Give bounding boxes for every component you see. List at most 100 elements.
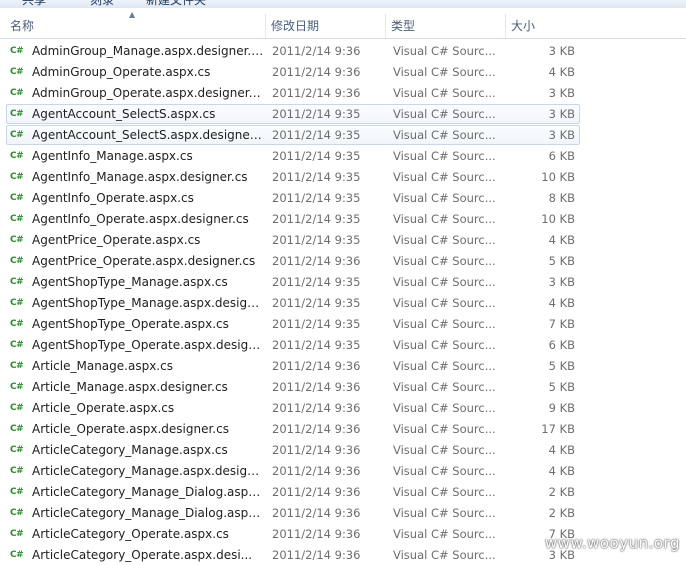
csharp-file-icon: C# [10,298,24,308]
file-size: 5 KB [548,359,575,373]
file-type: Visual C# Sourc... [393,65,496,79]
file-type: Visual C# Sourc... [393,296,496,310]
file-date: 2011/2/14 9:36 [272,359,361,373]
csharp-file-icon: C# [10,88,24,98]
file-row[interactable]: C# AdminGroup_Operate.aspx.designer.cs 201… [6,83,580,103]
file-date: 2011/2/14 9:36 [272,44,361,58]
file-name: Article_Operate.aspx.designer.cs [32,422,229,436]
file-name: AgentShopType_Operate.aspx.cs [32,317,229,331]
file-size: 4 KB [548,233,575,247]
csharp-file-icon: C# [10,109,24,119]
column-header-type[interactable]: 类型 [386,14,506,38]
file-date: 2011/2/14 9:35 [272,212,361,226]
file-size: 4 KB [548,464,575,478]
file-name: AgentPrice_Operate.aspx.designer.cs [32,254,256,268]
file-row[interactable]: C# AgentPrice_Operate.aspx.designer.cs 201… [6,251,580,271]
file-name: AgentInfo_Manage.aspx.designer.cs [32,170,248,184]
file-date: 2011/2/14 9:36 [272,380,361,394]
file-row[interactable]: C# ArticleCategory_Operate.aspx.desi... 20… [6,545,580,565]
file-row[interactable]: C# Article_Manage.aspx.cs 2011/2/14 9:36 Vi… [6,356,580,376]
file-name: ArticleCategory_Manage.aspx.design... [32,464,264,478]
csharp-file-icon: C# [10,361,24,371]
csharp-file-icon: C# [10,46,24,56]
file-row[interactable]: C# AgentShopType_Operate.aspx.design... 20… [6,335,580,355]
csharp-file-icon: C# [10,277,24,287]
csharp-file-icon: C# [10,487,24,497]
file-type: Visual C# Sourc... [393,107,496,121]
file-row[interactable]: C# ArticleCategory_Manage_Dialog.aspx... 2… [6,482,580,502]
file-row[interactable]: C# AdminGroup_Manage.aspx.designer.cs 2011… [6,41,580,61]
file-name: AdminGroup_Operate.aspx.cs [32,65,211,79]
toolbar-new-folder-button[interactable]: 新建文件夹 [146,0,206,8]
file-row[interactable]: C# AgentInfo_Operate.aspx.cs 2011/2/14 9:3… [6,188,580,208]
file-row[interactable]: C# ArticleCategory_Manage.aspx.design... 2… [6,461,580,481]
file-row[interactable]: C# AdminGroup_Operate.aspx.cs 2011/2/14 9:… [6,62,580,82]
file-size: 2 KB [548,485,575,499]
file-date: 2011/2/14 9:35 [272,128,361,142]
file-type: Visual C# Sourc... [393,485,496,499]
file-type: Visual C# Sourc... [393,44,496,58]
file-row[interactable]: C# ArticleCategory_Manage.aspx.cs 2011/2/1… [6,440,580,460]
file-date: 2011/2/14 9:35 [272,149,361,163]
file-row[interactable]: C# AgentInfo_Manage.aspx.cs 2011/2/14 9:35… [6,146,580,166]
file-row[interactable]: C# Article_Manage.aspx.designer.cs 2011/2/… [6,377,580,397]
file-date: 2011/2/14 9:36 [272,401,361,415]
column-header-size[interactable]: 大小 [506,14,582,38]
file-date: 2011/2/14 9:35 [272,317,361,331]
file-size: 8 KB [548,191,575,205]
file-row[interactable]: C# Article_Operate.aspx.cs 2011/2/14 9:36 V… [6,398,580,418]
file-type: Visual C# Sourc... [393,212,496,226]
csharp-file-icon: C# [10,214,24,224]
file-date: 2011/2/14 9:35 [272,275,361,289]
csharp-file-icon: C# [10,529,24,539]
file-size: 2 KB [548,506,575,520]
file-row[interactable]: C# ArticleCategory_Manage_Dialog.aspx... 2… [6,503,580,523]
file-row[interactable]: C# AgentInfo_Manage.aspx.designer.cs 2011/… [6,167,580,187]
file-size: 9 KB [548,401,575,415]
file-size: 6 KB [548,149,575,163]
csharp-file-icon: C# [10,466,24,476]
file-size: 4 KB [548,443,575,457]
file-size: 5 KB [548,380,575,394]
file-type: Visual C# Sourc... [393,86,496,100]
file-date: 2011/2/14 9:36 [272,422,361,436]
file-row[interactable]: C# AgentShopType_Operate.aspx.cs 2011/2/14… [6,314,580,334]
file-size: 6 KB [548,338,575,352]
file-row[interactable]: C# ArticleCategory_Operate.aspx.cs 2011/2/… [6,524,580,544]
file-type: Visual C# Sourc... [393,359,496,373]
column-header: ▲ 名称 修改日期 类型 大小 [0,11,686,39]
file-row[interactable]: C# AgentInfo_Operate.aspx.designer.cs 2011… [6,209,580,229]
file-row[interactable]: C# Article_Operate.aspx.designer.cs 2011/2… [6,419,580,439]
column-header-name[interactable]: 名称 [5,14,266,38]
file-date: 2011/2/14 9:35 [272,233,361,247]
file-size: 3 KB [548,128,575,142]
file-row[interactable]: C# AgentPrice_Operate.aspx.cs 2011/2/14 9:… [6,230,580,250]
file-date: 2011/2/14 9:36 [272,65,361,79]
file-type: Visual C# Sourc... [393,191,496,205]
file-type: Visual C# Sourc... [393,317,496,331]
file-size: 10 KB [541,170,575,184]
csharp-file-icon: C# [10,256,24,266]
file-name: Article_Manage.aspx.cs [32,359,173,373]
file-type: Visual C# Sourc... [393,338,496,352]
toolbar-share-button[interactable]: 共享 [22,0,46,8]
file-type: Visual C# Sourc... [393,128,496,142]
file-type: Visual C# Sourc... [393,149,496,163]
file-type: Visual C# Sourc... [393,422,496,436]
file-type: Visual C# Sourc... [393,170,496,184]
file-row[interactable]: C# AgentAccount_SelectS.aspx.cs 2011/2/14 … [6,104,580,124]
file-name: ArticleCategory_Operate.aspx.cs [32,527,229,541]
file-row[interactable]: C# AgentAccount_SelectS.aspx.designer.cs 2… [6,125,580,145]
file-name: AgentShopType_Operate.aspx.design... [32,338,264,352]
toolbar-burn-button[interactable]: 刻录 [90,0,114,8]
csharp-file-icon: C# [10,151,24,161]
csharp-file-icon: C# [10,235,24,245]
file-row[interactable]: C# AgentShopType_Manage.aspx.cs 2011/2/14 … [6,272,580,292]
csharp-file-icon: C# [10,508,24,518]
file-name: AgentAccount_SelectS.aspx.cs [32,107,216,121]
file-size: 5 KB [548,254,575,268]
file-name: ArticleCategory_Manage_Dialog.aspx... [32,506,264,520]
file-row[interactable]: C# AgentShopType_Manage.aspx.design... 201… [6,293,580,313]
column-header-date[interactable]: 修改日期 [266,14,386,38]
csharp-file-icon: C# [10,319,24,329]
